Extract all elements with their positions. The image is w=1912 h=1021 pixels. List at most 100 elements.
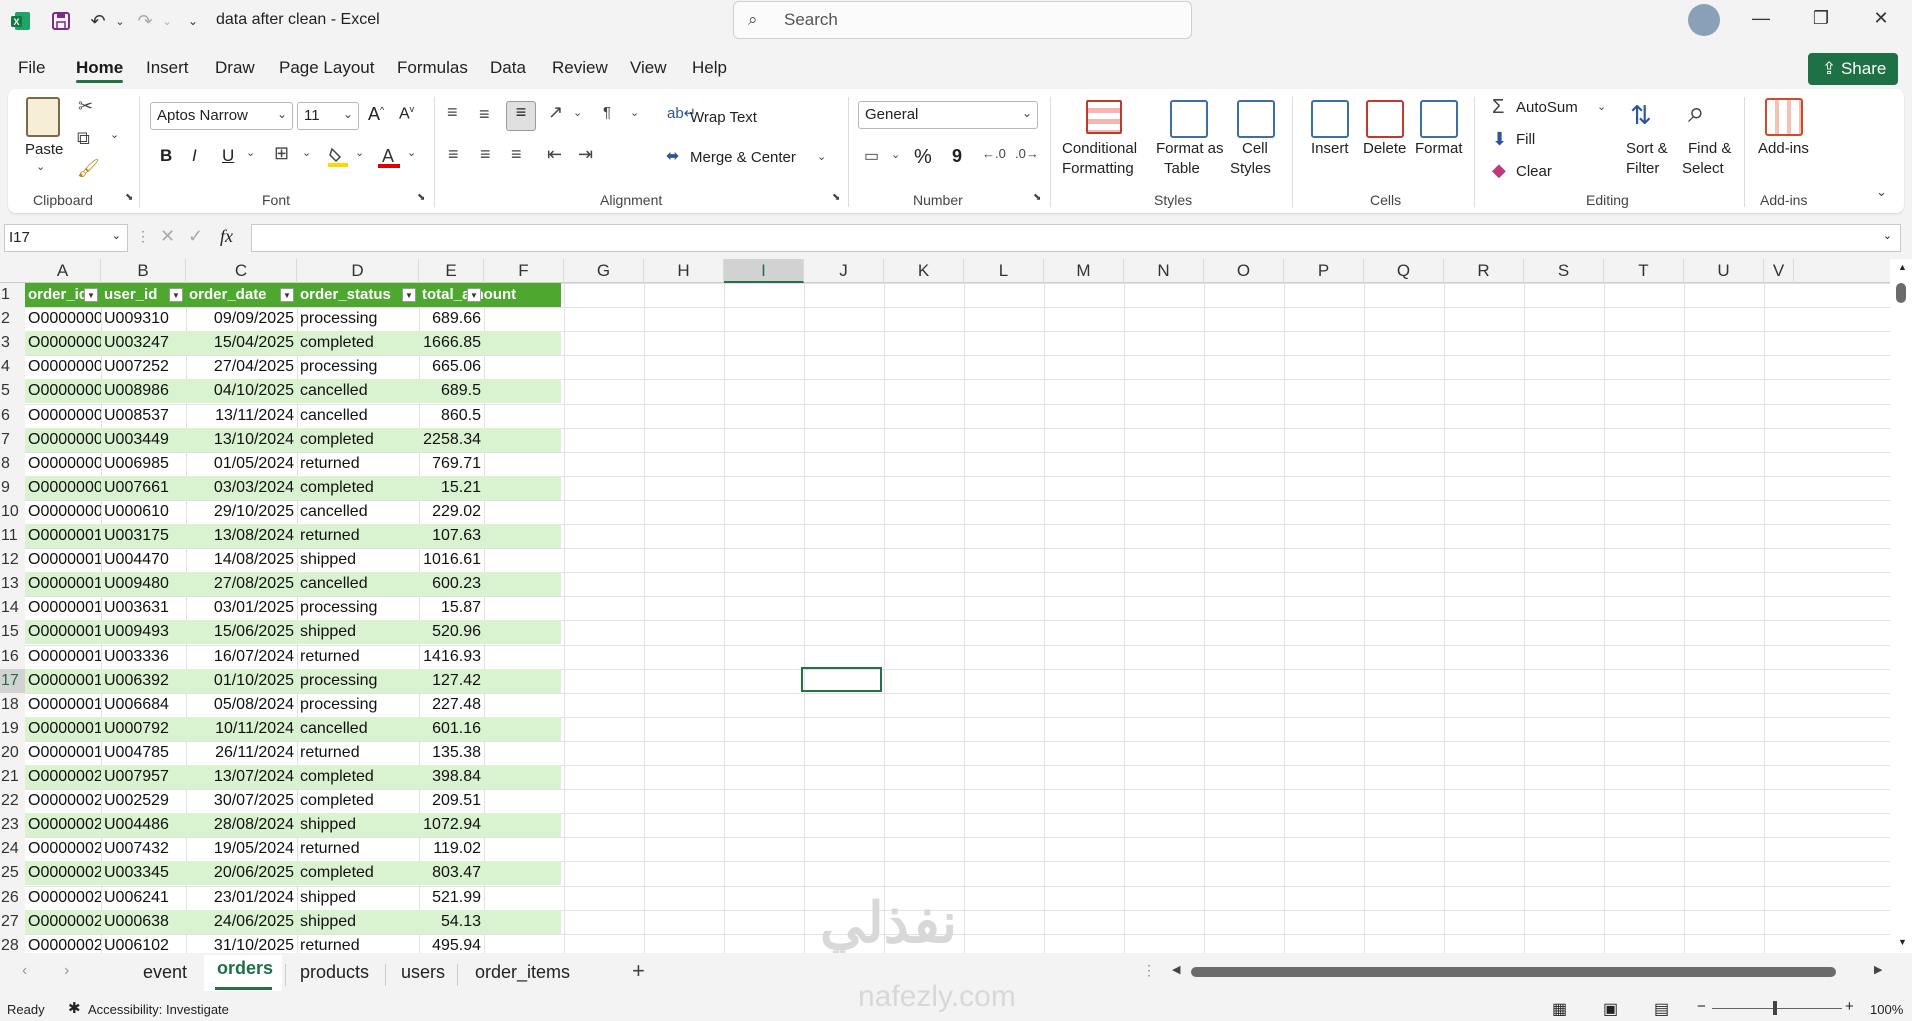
filter-dropdown-icon[interactable]: ▼ <box>467 288 481 302</box>
table-cell[interactable]: U003345 <box>101 861 186 884</box>
table-cell[interactable]: 689.66 <box>419 307 484 330</box>
table-cell[interactable]: O00000024 <box>25 861 101 884</box>
sheet-tab-products[interactable]: products <box>300 962 369 983</box>
table-cell[interactable]: 01/10/2025 <box>186 669 297 692</box>
table-cell[interactable]: processing <box>297 355 419 378</box>
row-header[interactable]: 19 <box>0 717 25 741</box>
table-cell[interactable]: 15.21 <box>419 476 484 499</box>
normal-view-icon[interactable]: ▦ <box>1552 999 1567 1019</box>
table-cell[interactable]: U009310 <box>101 307 186 330</box>
insert-function-icon[interactable]: fx <box>220 226 233 247</box>
table-cell[interactable]: 27/04/2025 <box>186 355 297 378</box>
table-cell[interactable]: 54.13 <box>419 910 484 933</box>
table-cell[interactable]: O00000025 <box>25 886 101 909</box>
table-cell[interactable]: 689.5 <box>419 379 484 402</box>
align-center-icon[interactable]: ≡ <box>480 144 491 165</box>
table-cell[interactable]: U007252 <box>101 355 186 378</box>
scroll-up-icon[interactable]: ▲ <box>1898 262 1907 272</box>
borders-dropdown-icon[interactable]: ⌄ <box>302 146 311 159</box>
column-header-l[interactable]: L <box>964 259 1044 283</box>
merge-dropdown-icon[interactable]: ⌄ <box>817 150 826 163</box>
column-header-g[interactable]: G <box>564 259 644 283</box>
table-cell[interactable]: U006241 <box>101 886 186 909</box>
table-cell[interactable]: 20/06/2025 <box>186 861 297 884</box>
align-right-icon[interactable]: ≡ <box>511 144 522 165</box>
table-cell[interactable]: U006102 <box>101 934 186 953</box>
column-header-t[interactable]: T <box>1604 259 1684 283</box>
table-cell[interactable]: 860.5 <box>419 404 484 427</box>
column-header-f[interactable]: F <box>484 259 564 283</box>
column-header-m[interactable]: M <box>1044 259 1124 283</box>
table-cell[interactable]: 16/07/2024 <box>186 645 297 668</box>
column-header-k[interactable]: K <box>884 259 964 283</box>
column-header-d[interactable]: D <box>297 259 419 283</box>
text-direction-dropdown-icon[interactable]: ⌄ <box>630 106 639 119</box>
table-cell[interactable]: O00000005 <box>25 404 101 427</box>
table-cell[interactable]: cancelled <box>297 404 419 427</box>
filter-dropdown-icon[interactable]: ▼ <box>169 288 183 302</box>
underline-button[interactable]: U <box>222 146 234 166</box>
comma-style-button[interactable]: 9 <box>952 146 962 167</box>
table-cell[interactable]: 15.87 <box>419 596 484 619</box>
table-cell[interactable]: returned <box>297 837 419 860</box>
row-header[interactable]: 25 <box>0 861 25 885</box>
paste-icon[interactable] <box>26 97 60 137</box>
table-cell[interactable]: O00000010 <box>25 524 101 547</box>
table-cell[interactable]: O00000004 <box>25 379 101 402</box>
zoom-out-icon[interactable]: − <box>1697 998 1706 1015</box>
table-cell[interactable]: U000638 <box>101 910 186 933</box>
column-header-s[interactable]: S <box>1524 259 1604 283</box>
format-as-table-label-2[interactable]: Table <box>1164 160 1200 177</box>
avatar[interactable] <box>1688 4 1720 36</box>
fill-color-dropdown-icon[interactable]: ⌄ <box>355 146 364 159</box>
table-cell[interactable]: 520.96 <box>419 620 484 643</box>
insert-cells-icon[interactable] <box>1311 100 1349 138</box>
table-cell[interactable]: U007957 <box>101 765 186 788</box>
tab-home[interactable]: Home <box>76 58 123 78</box>
merge-center-icon[interactable]: ⬌ <box>666 146 679 166</box>
filter-dropdown-icon[interactable]: ▼ <box>402 288 416 302</box>
increase-indent-icon[interactable]: ⇥ <box>578 144 593 165</box>
close-icon[interactable]: ✕ <box>1868 8 1894 34</box>
confirm-entry-icon[interactable]: ✓ <box>188 226 203 247</box>
clear-button[interactable]: Clear <box>1516 163 1552 180</box>
table-cell[interactable]: O00000018 <box>25 717 101 740</box>
table-cell[interactable]: 521.99 <box>419 886 484 909</box>
table-cell[interactable]: U002529 <box>101 789 186 812</box>
row-header[interactable]: 24 <box>0 837 25 861</box>
table-cell[interactable]: cancelled <box>297 500 419 523</box>
table-cell[interactable]: 29/10/2025 <box>186 500 297 523</box>
table-cell[interactable]: returned <box>297 645 419 668</box>
vertical-scrollbar[interactable]: ▲ ▼ <box>1892 259 1912 953</box>
cut-icon[interactable]: ✂ <box>78 96 93 117</box>
zoom-slider-thumb[interactable] <box>1773 1001 1777 1015</box>
align-bottom-icon[interactable]: ≡ <box>506 101 536 131</box>
table-cell[interactable]: 665.06 <box>419 355 484 378</box>
table-cell[interactable]: returned <box>297 524 419 547</box>
table-cell[interactable]: returned <box>297 934 419 953</box>
number-launcher-icon[interactable]: ⬊ <box>1033 192 1041 203</box>
number-format-select[interactable]: General ⌄ <box>858 101 1038 129</box>
find-select-label-1[interactable]: Find & <box>1688 140 1731 157</box>
column-header-r[interactable]: R <box>1444 259 1524 283</box>
row-header[interactable]: 15 <box>0 620 25 644</box>
table-cell[interactable]: O00000021 <box>25 789 101 812</box>
row-header[interactable]: 6 <box>0 404 25 428</box>
font-color-icon[interactable]: A <box>378 145 400 169</box>
table-cell[interactable]: processing <box>297 307 419 330</box>
tab-draw[interactable]: Draw <box>215 58 255 78</box>
table-cell[interactable]: 04/10/2025 <box>186 379 297 402</box>
bold-button[interactable]: B <box>160 146 172 166</box>
table-cell[interactable]: O00000020 <box>25 765 101 788</box>
table-cell[interactable]: shipped <box>297 910 419 933</box>
orientation-icon[interactable]: ↗ <box>548 102 563 123</box>
sheet-tab-event[interactable]: event <box>143 962 187 983</box>
table-cell[interactable]: O00000013 <box>25 596 101 619</box>
conditional-formatting-label-2[interactable]: Formatting <box>1062 160 1134 177</box>
cell-styles-label-2[interactable]: Styles <box>1230 160 1271 177</box>
row-header[interactable]: 7 <box>0 428 25 452</box>
table-cell[interactable]: 135.38 <box>419 741 484 764</box>
decrease-indent-icon[interactable]: ⇤ <box>547 144 562 165</box>
insert-cells-button[interactable]: Insert <box>1311 140 1349 157</box>
row-header[interactable]: 13 <box>0 572 25 596</box>
